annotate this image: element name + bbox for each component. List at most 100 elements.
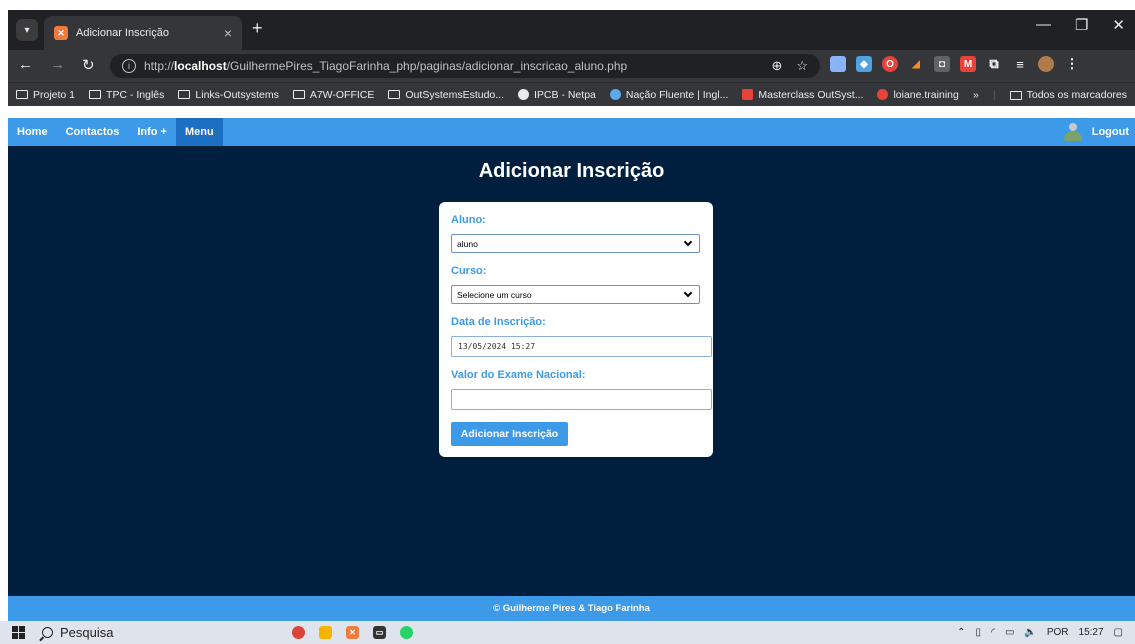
tab-title: Adicionar Inscrição: [76, 27, 169, 39]
browser-menu-icon[interactable]: ⋮: [1064, 56, 1080, 72]
site-icon: [609, 89, 621, 100]
tab-strip: ▾ ✕ Adicionar Inscrição × + — ❐ ✕: [8, 10, 1135, 50]
file-explorer-icon[interactable]: [319, 626, 332, 639]
red-extension-icon[interactable]: M: [960, 56, 976, 72]
bookmark-label: Nação Fluente | Ingl...: [625, 88, 729, 101]
clock[interactable]: 15:27: [1079, 627, 1104, 638]
bookmark-outsystems-estudo[interactable]: OutSystemsEstudo...: [388, 89, 504, 101]
site-navbar: Home Contactos Info + Menu Logout: [8, 118, 1135, 146]
browser-toolbar: ← → ↻ i http://localhost/GuilhermePires_…: [8, 50, 1135, 82]
bookmark-loiane[interactable]: loiane.training: [877, 89, 959, 101]
gray-extension-icon[interactable]: ◘: [934, 56, 950, 72]
minimize-icon[interactable]: —: [1036, 16, 1051, 34]
bookmark-ipcb-netpa[interactable]: IPCB - Netpa: [518, 89, 596, 101]
device-icon[interactable]: ▯: [976, 627, 982, 638]
site-info-icon[interactable]: i: [122, 59, 136, 73]
terminal-icon[interactable]: ▭: [373, 626, 386, 639]
aluno-label: Aluno:: [451, 214, 486, 226]
bookmark-links-outsystems[interactable]: Links-Outsystems: [178, 89, 279, 101]
profile-avatar-icon[interactable]: [1038, 56, 1054, 72]
valor-exame-label: Valor do Exame Nacional:: [451, 369, 586, 381]
forward-arrow-icon[interactable]: →: [50, 56, 65, 73]
bookmark-a7w-office[interactable]: A7W-OFFICE: [292, 88, 375, 101]
back-arrow-icon[interactable]: ←: [18, 56, 33, 73]
adicionar-inscricao-button[interactable]: Adicionar Inscrição: [451, 422, 568, 446]
valor-exame-input[interactable]: [451, 389, 712, 410]
start-button[interactable]: [0, 626, 36, 639]
search-icon: [42, 627, 53, 638]
separator: |: [992, 89, 996, 101]
blue-extension-icon[interactable]: ◆: [856, 56, 872, 72]
nav-info-link[interactable]: Info +: [128, 118, 176, 146]
address-bar[interactable]: i http://localhost/GuilhermePires_TiagoF…: [110, 54, 820, 78]
nav-home-link[interactable]: Home: [8, 118, 57, 146]
volume-icon[interactable]: 🔈: [1024, 627, 1036, 638]
tab-search-button[interactable]: ▾: [16, 19, 38, 41]
windows-taskbar: Pesquisa ✕ ▭ ⌃ ▯ ◜ ▭ 🔈 POR 15:27 ▢: [0, 621, 1135, 644]
omnibox-actions: ⊕ ☆: [771, 58, 808, 74]
chevron-up-icon[interactable]: ⌃: [957, 627, 965, 638]
tab-close-icon[interactable]: ×: [224, 25, 232, 41]
close-window-icon[interactable]: ✕: [1112, 16, 1125, 34]
bookmarks-overflow: » | Todos os marcadores: [965, 83, 1127, 106]
reload-icon[interactable]: ↻: [82, 56, 95, 74]
orange-extension-icon[interactable]: ◢: [908, 56, 924, 72]
bookmark-label: IPCB - Netpa: [534, 88, 596, 101]
curso-label: Curso:: [451, 265, 487, 277]
nav-menu-link[interactable]: Menu: [175, 118, 223, 146]
globe-icon: [518, 89, 530, 100]
logout-link[interactable]: Logout: [1092, 126, 1129, 138]
extensions-puzzle-icon[interactable]: ⧉: [986, 56, 1002, 72]
angular-icon: [877, 89, 889, 100]
taskbar-search[interactable]: Pesquisa: [42, 625, 242, 640]
pinned-apps: ✕ ▭: [292, 626, 413, 639]
curso-select[interactable]: Selecione um curso: [451, 285, 700, 304]
windows-logo-icon: [11, 626, 25, 639]
bookmark-star-icon[interactable]: ☆: [796, 58, 808, 74]
web-page: Home Contactos Info + Menu Logout Adicio…: [8, 118, 1135, 621]
notifications-icon[interactable]: ▢: [1114, 627, 1123, 638]
all-bookmarks-label: Todos os marcadores: [1026, 89, 1127, 101]
wifi-icon[interactable]: ◜: [991, 627, 995, 638]
data-inscricao-input[interactable]: 13/05/2024 15:27: [451, 336, 712, 357]
chrome-icon[interactable]: [292, 626, 305, 639]
site-icon: [742, 89, 754, 100]
nav-contactos-link[interactable]: Contactos: [57, 118, 129, 146]
aluno-selected-value: aluno: [457, 238, 478, 249]
whatsapp-icon[interactable]: [400, 626, 413, 639]
window-controls: — ❐ ✕: [1036, 16, 1125, 34]
bookmark-label: TPC - Inglês: [106, 88, 165, 101]
folder-icon: [1009, 90, 1022, 100]
active-tab[interactable]: ✕ Adicionar Inscrição ×: [44, 16, 242, 50]
all-bookmarks-folder[interactable]: Todos os marcadores: [1009, 89, 1127, 101]
bookmarks-bar: Projeto 1 TPC - Inglês Links-Outsystems …: [8, 82, 1135, 106]
bookmark-projeto-1[interactable]: Projeto 1: [16, 89, 75, 101]
screen: ▾ ✕ Adicionar Inscrição × + — ❐ ✕ ← → ↻ …: [0, 0, 1135, 644]
extensions-area: ◆ O ◢ ◘ M ⧉ ≡ ⋮: [830, 56, 1080, 72]
reading-list-icon[interactable]: ≡: [1012, 56, 1028, 72]
xampp-icon[interactable]: ✕: [346, 626, 359, 639]
inscricao-form: Aluno: aluno Curso: Selecione um curso D…: [439, 202, 713, 457]
browser-chrome: ▾ ✕ Adicionar Inscrição × + — ❐ ✕ ← → ↻ …: [8, 10, 1135, 106]
folder-icon: [388, 90, 401, 99]
user-avatar-icon: [1062, 122, 1084, 142]
bookmark-masterclass[interactable]: Masterclass OutSyst...: [742, 89, 863, 101]
bookmark-tpc-ingles[interactable]: TPC - Inglês: [89, 89, 164, 101]
language-indicator[interactable]: POR: [1047, 627, 1069, 638]
folder-icon: [89, 90, 102, 99]
chevron-down-icon: [683, 288, 693, 298]
zoom-icon[interactable]: ⊕: [771, 58, 782, 74]
more-bookmarks-button[interactable]: »: [973, 89, 979, 101]
bookmark-label: A7W-OFFICE: [309, 88, 375, 101]
bookmark-label: OutSystemsEstudo...: [405, 88, 505, 101]
new-tab-button[interactable]: +: [252, 18, 263, 39]
reader-extension-icon[interactable]: [830, 56, 846, 72]
aluno-select[interactable]: aluno: [451, 234, 700, 253]
bookmark-nacao-fluente[interactable]: Nação Fluente | Ingl...: [609, 88, 729, 101]
bookmark-label: Masterclass OutSyst...: [758, 88, 864, 101]
restore-icon[interactable]: ❐: [1075, 16, 1088, 34]
battery-icon[interactable]: ▭: [1005, 627, 1014, 638]
folder-icon: [292, 90, 305, 99]
nav-user-area: Logout: [1062, 118, 1135, 146]
opera-extension-icon[interactable]: O: [882, 56, 898, 72]
